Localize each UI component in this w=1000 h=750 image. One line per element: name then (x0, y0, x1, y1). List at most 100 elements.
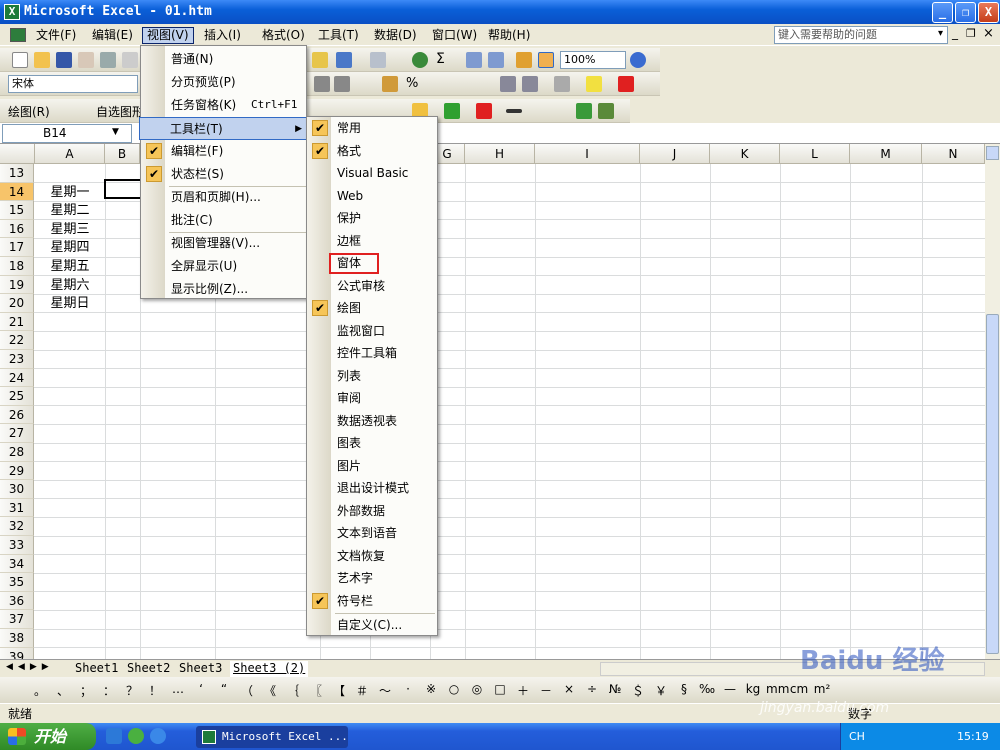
cell-a15[interactable]: 星期二 (35, 202, 105, 220)
row-header-32[interactable]: 32 (0, 517, 34, 536)
symbol-button[interactable]: （ (237, 682, 257, 699)
save-icon[interactable] (56, 52, 72, 68)
menu-view[interactable]: 视图(V) (142, 27, 194, 44)
cell-a20[interactable]: 星期日 (35, 295, 105, 313)
symbol-button[interactable]: ～ (375, 682, 395, 699)
symbol-button[interactable]: 。 (30, 682, 50, 699)
toolbar-item-4[interactable]: 保护 (307, 207, 437, 230)
align-center-icon[interactable] (314, 76, 330, 92)
view-menu-item-9[interactable]: 全屏显示(U) (141, 255, 306, 278)
row-header-19[interactable]: 19 (0, 275, 34, 295)
menu-edit[interactable]: 编辑(E) (88, 27, 137, 44)
toolbar-item-21[interactable]: 符号栏 ✔ (307, 590, 437, 613)
symbol-button[interactable]: ◎ (467, 682, 487, 696)
close-button[interactable]: X (978, 2, 999, 23)
symbol-button[interactable]: ； (76, 682, 96, 699)
new-icon[interactable] (12, 52, 28, 68)
row-header-37[interactable]: 37 (0, 610, 34, 629)
toolbar-item-17[interactable]: 外部数据 (307, 500, 437, 523)
view-menu-item-0[interactable]: 普通(N) (141, 48, 306, 71)
chart-wizard-icon[interactable] (516, 52, 532, 68)
view-menu-item-8[interactable]: 视图管理器(V)... (141, 232, 306, 255)
help-dropdown-icon[interactable]: ▾ (938, 28, 943, 39)
language-indicator[interactable]: CH (849, 730, 865, 743)
symbol-button[interactable]: ？ (122, 682, 142, 699)
view-menu-item-4[interactable]: 编辑栏(F) ✔ (141, 140, 306, 163)
row-header-20[interactable]: 20 (0, 294, 34, 313)
row-header-31[interactable]: 31 (0, 498, 34, 518)
row-header-33[interactable]: 33 (0, 536, 34, 555)
line-color-icon[interactable] (444, 103, 460, 119)
quick-launch-ie-icon[interactable] (128, 728, 144, 744)
toolbar-item-14[interactable]: 图表 (307, 432, 437, 455)
toolbar-item-9[interactable]: 监视窗口 (307, 320, 437, 343)
row-header-24[interactable]: 24 (0, 368, 34, 388)
format-painter-icon[interactable] (312, 52, 328, 68)
row-header-36[interactable]: 36 (0, 591, 34, 611)
column-header-a[interactable]: A (35, 144, 105, 164)
menu-help[interactable]: 帮助(H) (484, 27, 534, 44)
zoom-select[interactable]: 100% (560, 51, 626, 69)
quick-launch-desktop-icon[interactable] (150, 728, 166, 744)
row-header-22[interactable]: 22 (0, 331, 34, 350)
toolbar-item-22[interactable]: 自定义(C)... (307, 614, 437, 637)
toolbar-item-1[interactable]: 格式 ✔ (307, 140, 437, 163)
quick-launch-icon[interactable] (106, 728, 122, 744)
row-header-34[interactable]: 34 (0, 554, 34, 574)
column-header-j[interactable]: J (640, 144, 710, 164)
scroll-thumb[interactable] (986, 314, 999, 654)
row-header-25[interactable]: 25 (0, 387, 34, 406)
doc-restore-button[interactable]: ❐ (966, 27, 976, 40)
symbol-button[interactable]: m² (812, 682, 832, 696)
row-header-23[interactable]: 23 (0, 350, 34, 369)
column-header-k[interactable]: K (710, 144, 780, 164)
symbol-button[interactable]: ｛ (283, 682, 303, 699)
permission-icon[interactable] (78, 52, 94, 68)
name-box-dropdown-icon[interactable]: ▼ (112, 127, 119, 137)
symbol-button[interactable]: 【 (329, 682, 349, 699)
row-header-29[interactable]: 29 (0, 461, 34, 481)
sort-ascending-icon[interactable] (466, 52, 482, 68)
toolbar-item-7[interactable]: 公式审核 (307, 275, 437, 298)
row-header-18[interactable]: 18 (0, 257, 34, 276)
toolbar-item-11[interactable]: 列表 (307, 365, 437, 388)
row-header-35[interactable]: 35 (0, 573, 34, 592)
menu-insert[interactable]: 插入(I) (200, 27, 245, 44)
row-header-16[interactable]: 16 (0, 219, 34, 239)
symbol-button[interactable]: ÷ (582, 682, 602, 696)
view-menu-item-10[interactable]: 显示比例(Z)... (141, 278, 306, 301)
column-header-n[interactable]: N (922, 144, 985, 164)
toolbar-item-16[interactable]: 退出设计模式 (307, 477, 437, 500)
column-header-h[interactable]: H (465, 144, 535, 164)
column-header-b[interactable]: B (105, 144, 140, 164)
tab-sheet3-2[interactable]: Sheet3 (2) (230, 661, 309, 677)
toolbar-item-13[interactable]: 数据透视表 (307, 410, 437, 433)
row-header-17[interactable]: 17 (0, 238, 34, 257)
view-menu-item-6[interactable]: 页眉和页脚(H)... (141, 186, 306, 209)
text-color-icon[interactable] (476, 103, 492, 119)
symbol-button[interactable]: “ (214, 682, 234, 696)
toolbar-item-19[interactable]: 文档恢复 (307, 545, 437, 568)
doc-minimize-button[interactable]: _ (952, 26, 958, 40)
toolbar-item-8[interactable]: 绘图 ✔ (307, 297, 437, 320)
symbol-button[interactable]: mm (766, 682, 789, 696)
hyperlink-icon[interactable] (412, 52, 428, 68)
font-name-select[interactable]: 宋体 (8, 75, 138, 93)
align-right-icon[interactable] (334, 76, 350, 92)
minimize-button[interactable]: _ (932, 2, 953, 23)
fill-color-icon[interactable] (586, 76, 602, 92)
drawing-icon[interactable] (538, 52, 554, 68)
borders-icon[interactable] (554, 76, 570, 92)
view-menu-item-7[interactable]: 批注(C) (141, 209, 306, 232)
symbol-button[interactable]: ‘ (191, 682, 211, 696)
toolbar-item-6[interactable]: 窗体 (307, 252, 437, 275)
symbol-button[interactable]: ＋ (513, 682, 533, 699)
tab-nav-arrows-icon[interactable]: ◀◀▶▶ (6, 662, 54, 672)
symbol-button[interactable]: … (168, 682, 188, 696)
symbol-button[interactable]: 、 (53, 682, 73, 699)
doc-icon[interactable] (10, 28, 26, 42)
symbol-button[interactable]: ＃ (352, 682, 372, 699)
row-header-26[interactable]: 26 (0, 405, 34, 425)
tab-sheet2[interactable]: Sheet2 (124, 661, 173, 677)
shadow-icon[interactable] (576, 103, 592, 119)
